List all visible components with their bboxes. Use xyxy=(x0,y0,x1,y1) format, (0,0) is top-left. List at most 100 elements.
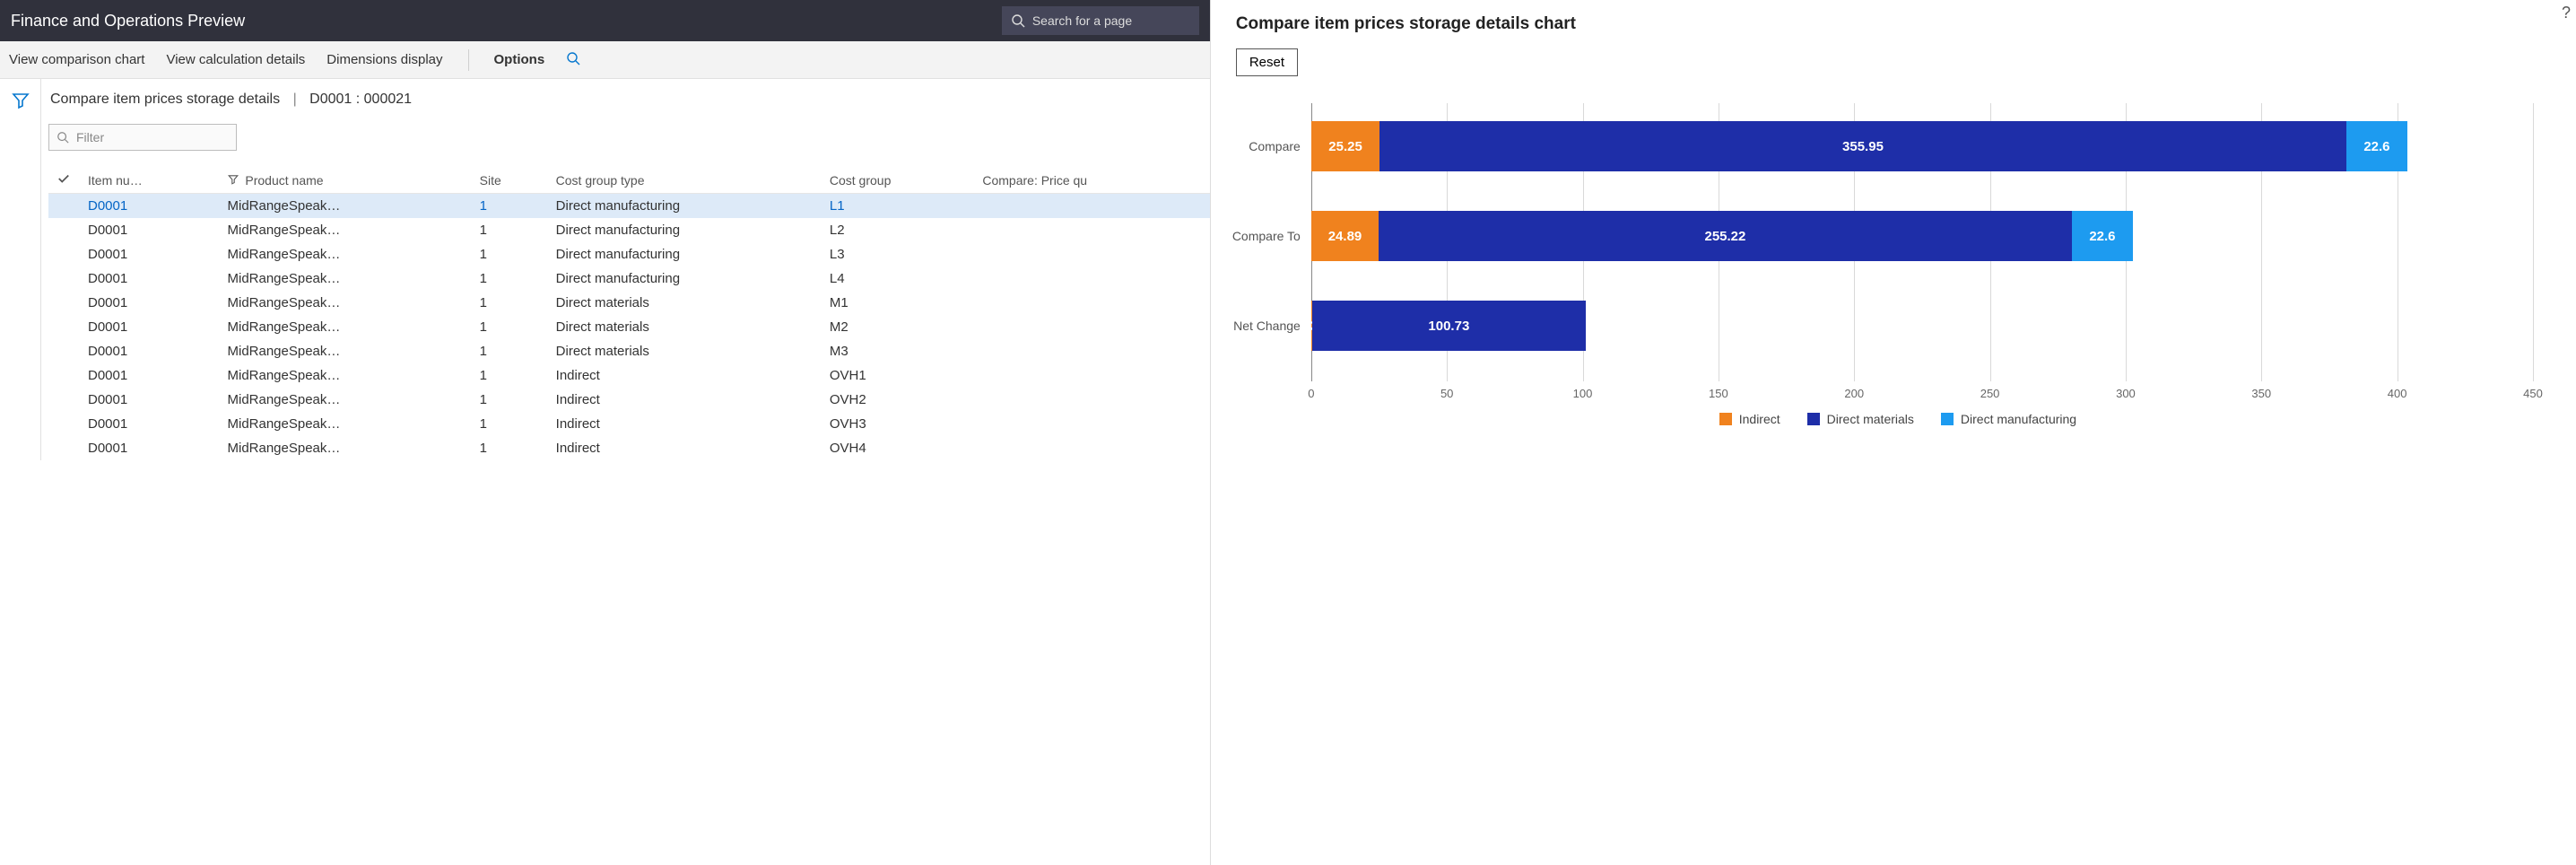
row-select[interactable] xyxy=(48,194,79,219)
chart-panel: ? Compare item prices storage details ch… xyxy=(1211,0,2576,865)
row-select[interactable] xyxy=(48,339,79,363)
cell-site[interactable]: 1 xyxy=(471,412,547,436)
legend-manufacturing[interactable]: Direct manufacturing xyxy=(1941,412,2076,426)
row-select[interactable] xyxy=(48,388,79,412)
cell-site[interactable]: 1 xyxy=(471,339,547,363)
chart-segment-manufacturing[interactable]: 22.6 xyxy=(2072,211,2133,261)
table-row[interactable]: D0001MidRangeSpeak…1IndirectOVH3 xyxy=(48,412,1210,436)
cell-costgroup[interactable]: OVH3 xyxy=(821,412,973,436)
col-costgrouptype[interactable]: Cost group type xyxy=(547,167,821,194)
cell-item[interactable]: D0001 xyxy=(79,436,219,460)
row-select[interactable] xyxy=(48,315,79,339)
cmdbar-separator xyxy=(468,49,469,71)
command-bar: View comparison chart View calculation d… xyxy=(0,41,1210,79)
chart-tick-label: 300 xyxy=(2116,387,2136,400)
cell-item[interactable]: D0001 xyxy=(79,315,219,339)
global-search[interactable]: Search for a page xyxy=(1002,6,1199,35)
cell-item[interactable]: D0001 xyxy=(79,291,219,315)
row-select[interactable] xyxy=(48,436,79,460)
col-costgroup[interactable]: Cost group xyxy=(821,167,973,194)
chart-segment-indirect[interactable]: 25.25 xyxy=(1311,121,1379,171)
cell-product: MidRangeSpeak… xyxy=(219,291,471,315)
table-row[interactable]: D0001MidRangeSpeak…1Direct materialsM3 xyxy=(48,339,1210,363)
cell-site[interactable]: 1 xyxy=(471,218,547,242)
cell-product: MidRangeSpeak… xyxy=(219,363,471,388)
cell-item[interactable]: D0001 xyxy=(79,388,219,412)
table-row[interactable]: D0001MidRangeSpeak…1IndirectOVH1 xyxy=(48,363,1210,388)
cell-costgroup[interactable]: OVH4 xyxy=(821,436,973,460)
cell-item[interactable]: D0001 xyxy=(79,194,219,219)
table-row[interactable]: D0001MidRangeSpeak…1Direct manufacturing… xyxy=(48,266,1210,291)
cmd-dimensions[interactable]: Dimensions display xyxy=(326,52,442,67)
cell-costgroup[interactable]: L2 xyxy=(821,218,973,242)
swatch-materials xyxy=(1807,413,1820,425)
row-select[interactable] xyxy=(48,266,79,291)
cmd-view-chart[interactable]: View comparison chart xyxy=(9,52,144,67)
row-select[interactable] xyxy=(48,242,79,266)
chart-segment-materials[interactable]: 100.73 xyxy=(1312,301,1586,351)
chart-bar-row: Compare25.25355.9522.6 xyxy=(1311,121,2533,171)
chart-segment-indirect[interactable]: 24.89 xyxy=(1311,211,1379,261)
cell-costgroup[interactable]: M2 xyxy=(821,315,973,339)
cell-costgroup[interactable]: M3 xyxy=(821,339,973,363)
col-product[interactable]: Product name xyxy=(219,167,471,194)
row-select[interactable] xyxy=(48,291,79,315)
cell-item[interactable]: D0001 xyxy=(79,412,219,436)
cell-item[interactable]: D0001 xyxy=(79,242,219,266)
col-item[interactable]: Item nu… xyxy=(79,167,219,194)
cell-site[interactable]: 1 xyxy=(471,315,547,339)
cell-site[interactable]: 1 xyxy=(471,436,547,460)
cell-item[interactable]: D0001 xyxy=(79,339,219,363)
chart-segment-materials[interactable]: 255.22 xyxy=(1379,211,2072,261)
row-select[interactable] xyxy=(48,363,79,388)
filter-rail[interactable] xyxy=(0,79,41,460)
cell-costgrouptype: Indirect xyxy=(547,388,821,412)
cell-site[interactable]: 1 xyxy=(471,291,547,315)
chart: 050100150200250300350400450Compare25.253… xyxy=(1236,103,2560,426)
cell-site[interactable]: 1 xyxy=(471,363,547,388)
help-icon[interactable]: ? xyxy=(2562,4,2571,22)
cell-costgroup[interactable]: L3 xyxy=(821,242,973,266)
row-select[interactable] xyxy=(48,412,79,436)
cell-compare xyxy=(973,218,1209,242)
cell-compare xyxy=(973,363,1209,388)
chart-segment-manufacturing[interactable]: 22.6 xyxy=(2346,121,2407,171)
cmd-options[interactable]: Options xyxy=(494,52,545,67)
cell-item[interactable]: D0001 xyxy=(79,218,219,242)
cell-site[interactable]: 1 xyxy=(471,266,547,291)
reset-button[interactable]: Reset xyxy=(1236,48,1298,76)
table-row[interactable]: D0001MidRangeSpeak…1IndirectOVH4 xyxy=(48,436,1210,460)
search-icon xyxy=(1011,13,1025,28)
cell-item[interactable]: D0001 xyxy=(79,266,219,291)
row-select[interactable] xyxy=(48,218,79,242)
legend-materials[interactable]: Direct materials xyxy=(1807,412,1914,426)
chart-segment-materials[interactable]: 355.95 xyxy=(1379,121,2345,171)
cell-site[interactable]: 1 xyxy=(471,388,547,412)
table-row[interactable]: D0001MidRangeSpeak…1Direct manufacturing… xyxy=(48,218,1210,242)
cell-compare xyxy=(973,339,1209,363)
cell-costgroup[interactable]: L1 xyxy=(821,194,973,219)
cell-costgroup[interactable]: OVH1 xyxy=(821,363,973,388)
cell-costgroup[interactable]: L4 xyxy=(821,266,973,291)
cell-costgroup[interactable]: OVH2 xyxy=(821,388,973,412)
cmd-find[interactable] xyxy=(566,51,580,69)
col-compare[interactable]: Compare: Price qu xyxy=(973,167,1209,194)
table-row[interactable]: D0001MidRangeSpeak…1Direct materialsM1 xyxy=(48,291,1210,315)
table-row[interactable]: D0001MidRangeSpeak…1Direct materialsM2 xyxy=(48,315,1210,339)
cell-site[interactable]: 1 xyxy=(471,242,547,266)
funnel-icon xyxy=(12,92,30,109)
cell-site[interactable]: 1 xyxy=(471,194,547,219)
cmd-view-calc[interactable]: View calculation details xyxy=(166,52,305,67)
cell-costgroup[interactable]: M1 xyxy=(821,291,973,315)
cell-item[interactable]: D0001 xyxy=(79,363,219,388)
table-row[interactable]: D0001MidRangeSpeak…1Direct manufacturing… xyxy=(48,194,1210,219)
col-select[interactable] xyxy=(48,167,79,194)
table-row[interactable]: D0001MidRangeSpeak…1Direct manufacturing… xyxy=(48,242,1210,266)
legend-indirect[interactable]: Indirect xyxy=(1719,412,1780,426)
app-title: Finance and Operations Preview xyxy=(11,12,245,31)
check-icon xyxy=(57,172,70,185)
grid-filter-input[interactable]: Filter xyxy=(48,124,237,151)
chart-tick-label: 350 xyxy=(2251,387,2271,400)
table-row[interactable]: D0001MidRangeSpeak…1IndirectOVH2 xyxy=(48,388,1210,412)
col-site[interactable]: Site xyxy=(471,167,547,194)
